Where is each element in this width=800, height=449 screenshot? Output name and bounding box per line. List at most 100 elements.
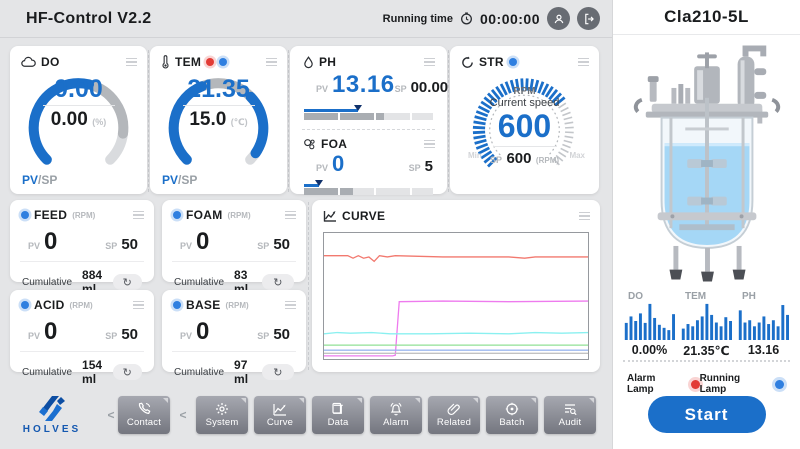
metric-do-value: 0.00% — [632, 343, 667, 357]
str-menu-icon[interactable] — [578, 58, 589, 67]
ph-sp-label: SP — [395, 84, 407, 94]
refresh-icon: ↻ — [123, 367, 132, 378]
base-reset-button[interactable]: ↻ — [262, 364, 294, 380]
ph-menu-icon[interactable] — [424, 58, 435, 67]
bell-icon — [389, 402, 403, 416]
do-unit: (%) — [92, 117, 106, 127]
tem-menu-icon[interactable] — [266, 58, 277, 67]
ph-title: PH — [319, 55, 336, 69]
tem-card: TEM 21.35 15.0 (℃) PV/SP — [150, 46, 287, 194]
str-sp-label: SP — [490, 155, 502, 165]
metric-tem-value: 21.35℃ — [683, 343, 729, 358]
foa-section: FOA PV 0 SP 5 — [290, 130, 447, 195]
curve-menu-icon[interactable] — [579, 212, 590, 221]
logout-icon — [582, 12, 596, 26]
feed-reset-button[interactable]: ↻ — [113, 274, 142, 290]
alarm-lamp-label: Alarm Lamp — [627, 373, 683, 395]
separator — [308, 202, 309, 370]
separator — [448, 50, 449, 192]
metric-ph: PH 13.16 — [735, 291, 792, 358]
nav-button-alarm[interactable]: Alarm — [370, 396, 422, 434]
logout-button[interactable] — [577, 7, 600, 30]
user-button[interactable] — [547, 7, 570, 30]
tem-status-dot — [219, 58, 227, 66]
feed-sp-value: 50 — [121, 236, 138, 253]
str-sp-unit: (RPM) — [536, 156, 559, 165]
divider — [623, 360, 790, 362]
base-pv-label: PV — [180, 331, 192, 341]
foa-progress-bar — [304, 182, 433, 195]
refresh-icon: ↻ — [123, 277, 132, 288]
collapse-chevron-right[interactable]: < — [176, 408, 190, 422]
metric-ph-value: 13.16 — [748, 343, 779, 357]
ph-pv-label: PV — [316, 84, 328, 94]
start-button[interactable]: Start — [648, 396, 766, 433]
base-title: BASE — [186, 298, 221, 312]
foam-pv-label: PV — [180, 241, 192, 251]
feed-menu-icon[interactable] — [133, 211, 144, 220]
foam-sp-label: SP — [257, 241, 269, 251]
base-pv-value: 0 — [196, 318, 209, 346]
ph-section: PH PV 13.16 SP 00.00 — [290, 46, 447, 130]
str-title: STR — [479, 55, 504, 69]
gear-icon — [215, 402, 229, 416]
refresh-icon: ↻ — [273, 277, 282, 288]
foam-status-dot — [173, 211, 181, 219]
tem-pv-value: 21.35 — [150, 76, 287, 102]
nav-button-batch[interactable]: Batch — [486, 396, 538, 434]
metric-tem-barchart — [681, 302, 733, 342]
tem-unit: (℃) — [231, 117, 248, 127]
feed-cumulative-label: Cumulative — [22, 277, 72, 288]
chart-icon — [273, 402, 287, 416]
acid-pv-value: 0 — [44, 318, 57, 346]
feed-sp-label: SP — [105, 241, 117, 251]
acid-menu-icon[interactable] — [133, 301, 144, 310]
metric-tem: TEM 21.35℃ — [678, 291, 735, 358]
acid-card: ACID (RPM) PV 0 SP 50 Cumulative 154 ml … — [10, 290, 154, 372]
str-max-label: Max — [569, 151, 585, 160]
running-time-value: 00:00:00 — [480, 11, 540, 27]
base-menu-icon[interactable] — [285, 301, 296, 310]
ph-pv-value: 13.16 — [332, 71, 395, 99]
nav-button-system[interactable]: System — [196, 396, 248, 434]
curve-title: CURVE — [342, 209, 385, 223]
foam-title: FOAM — [186, 208, 223, 222]
ph-foa-card: PH PV 13.16 SP 00.00 FOA PV — [290, 46, 447, 194]
paperclip-icon — [447, 402, 461, 416]
nav-button-curve[interactable]: Curve — [254, 396, 306, 434]
do-pvsp-label: PV/SP — [22, 173, 57, 187]
str-sp-value: 600 — [506, 150, 531, 167]
running-lamp-indicator — [775, 380, 784, 389]
foa-menu-icon[interactable] — [424, 140, 435, 149]
nav-button-contact[interactable]: Contact — [118, 396, 170, 434]
foam-reset-button[interactable]: ↻ — [262, 274, 294, 290]
nav-label-data: Data — [328, 417, 349, 428]
nav-button-data[interactable]: Data — [312, 396, 364, 434]
base-cumulative-label: Cumulative — [174, 367, 224, 378]
str-min-label: Min — [468, 151, 482, 160]
tem-pvsp-label: PV/SP — [162, 173, 197, 187]
foam-unit: (RPM) — [228, 211, 251, 220]
nav-button-audit[interactable]: Audit — [544, 396, 596, 434]
nav-button-related[interactable]: Related — [428, 396, 480, 434]
feed-unit: (RPM) — [72, 211, 95, 220]
foam-menu-icon[interactable] — [285, 211, 296, 220]
curve-plot-area — [323, 232, 589, 360]
nav-label-contact: Contact — [127, 417, 161, 428]
clock-icon — [460, 12, 473, 25]
foam-pv-value: 0 — [196, 228, 209, 256]
lamps-row: Alarm Lamp Running Lamp — [627, 373, 790, 395]
foa-sp-label: SP — [409, 163, 421, 173]
tem-sp-value: 15.0 — [189, 109, 226, 130]
foam-cumulative-label: Cumulative — [174, 277, 224, 288]
holves-logo[interactable]: HOLVES — [0, 395, 104, 435]
collapse-chevron-left[interactable]: < — [104, 408, 118, 422]
device-metrics: DO 0.00% TEM 21.35℃ PH 13.16 — [621, 291, 792, 358]
acid-reset-button[interactable]: ↻ — [113, 364, 142, 380]
documents-icon — [331, 402, 345, 416]
acid-sp-value: 50 — [121, 326, 138, 343]
metric-tem-label: TEM — [685, 291, 706, 302]
do-menu-icon[interactable] — [126, 58, 137, 67]
nav-label-curve: Curve — [267, 417, 293, 428]
str-card: STR RPM Current speed 600 SP 600 (RPM) M… — [450, 46, 599, 194]
